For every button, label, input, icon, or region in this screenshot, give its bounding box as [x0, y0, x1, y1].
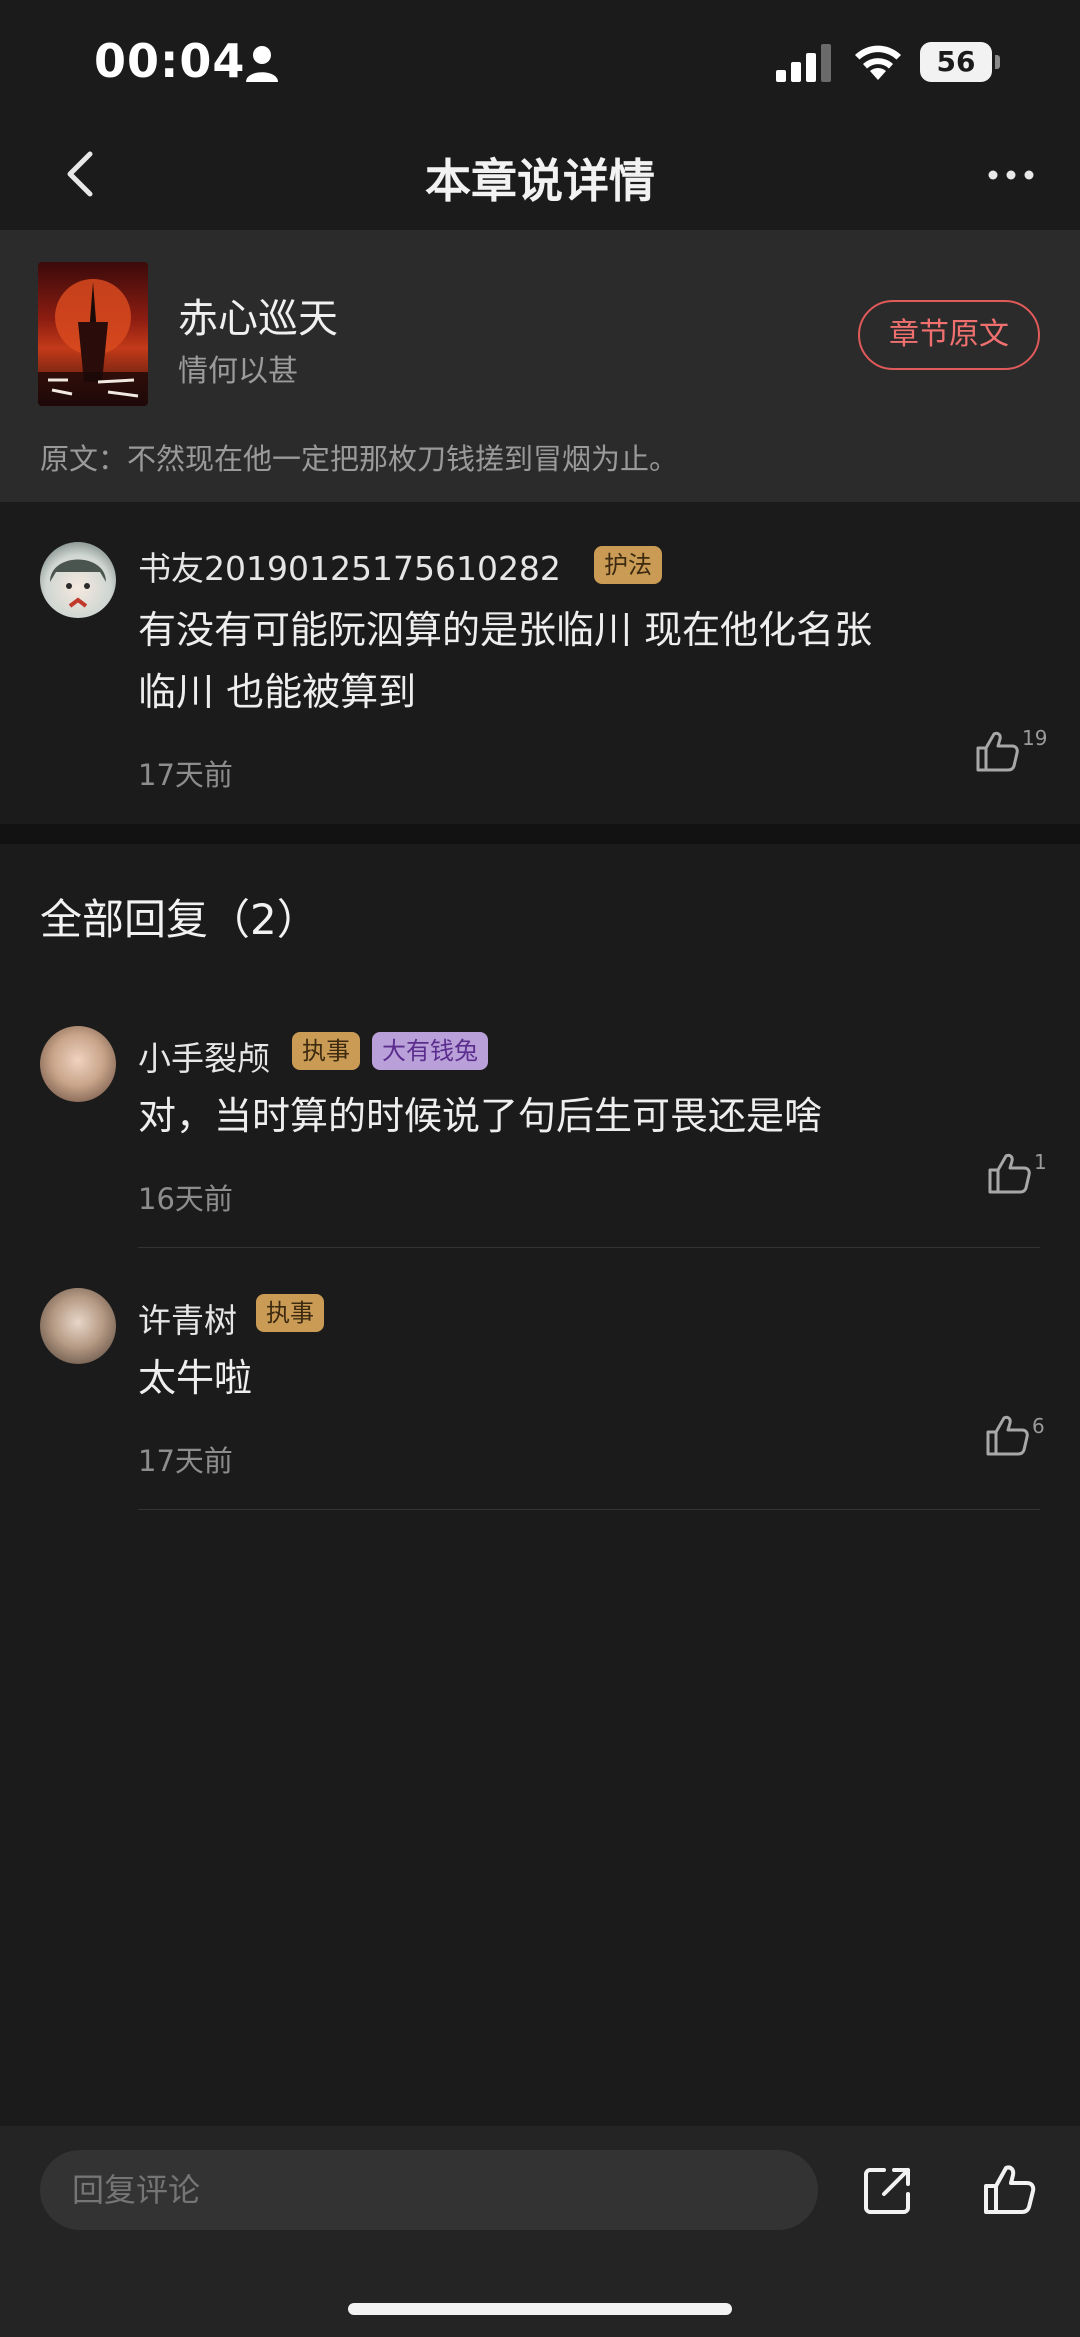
section-divider [0, 824, 1080, 844]
comment-text: 有没有可能阮泅算的是张临川 现在他化名张 [138, 608, 873, 652]
more-icon[interactable] [986, 160, 1036, 190]
reply-time: 17天前 [138, 1444, 233, 1478]
original-quote: 原文：不然现在他一定把那枚刀钱搓到冒烟为止。 [40, 442, 679, 476]
comment-time: 17天前 [138, 758, 233, 792]
reply-input[interactable] [40, 2150, 818, 2230]
status-time: 00:04 [94, 34, 246, 88]
book-cover[interactable] [38, 262, 148, 406]
battery-tip [995, 55, 1000, 69]
thumbs-up-icon[interactable] [982, 2162, 1036, 2216]
reply-separator [138, 1247, 1040, 1248]
reply-text: 太牛啦 [138, 1356, 253, 1400]
book-author: 情何以甚 [178, 354, 298, 389]
like-count: 1 [1034, 1150, 1047, 1174]
reply-text: 对，当时算的时候说了句后生可畏还是啥 [138, 1094, 823, 1138]
avatar[interactable] [40, 1288, 116, 1364]
chapter-original-button[interactable]: 章节原文 [858, 300, 1040, 370]
book-title: 赤心巡天 [178, 296, 338, 342]
home-indicator [348, 2303, 732, 2315]
avatar[interactable] [40, 1026, 116, 1102]
comment-text: 临川 也能被算到 [138, 670, 417, 714]
thumbs-up-icon[interactable] [984, 1412, 1030, 1458]
battery-indicator: 56 [920, 42, 1000, 82]
like-count: 19 [1022, 726, 1048, 750]
battery-level: 56 [920, 42, 992, 82]
like-count: 6 [1032, 1414, 1045, 1438]
role-badge: 执事 [256, 1294, 324, 1332]
replies-title: 全部回复（2） [40, 895, 319, 944]
reply-username[interactable]: 许青树 [138, 1294, 237, 1342]
page-title: 本章说详情 [425, 154, 655, 208]
back-icon[interactable] [58, 146, 104, 202]
role-badge: 护法 [594, 546, 662, 584]
share-icon[interactable] [862, 2164, 914, 2216]
avatar[interactable] [40, 542, 116, 618]
wifi-icon [855, 45, 901, 80]
reply-time: 16天前 [138, 1182, 233, 1216]
fan-badge: 大有钱兔 [372, 1032, 488, 1070]
comment-username[interactable]: 书友20190125175610282 [138, 542, 561, 590]
signal-icon [776, 44, 831, 82]
reply-username[interactable]: 小手裂颅 [138, 1032, 270, 1080]
person-icon [246, 46, 278, 82]
thumbs-up-icon[interactable] [986, 1150, 1032, 1196]
reply-separator [138, 1509, 1040, 1510]
role-badge: 执事 [292, 1032, 360, 1070]
thumbs-up-icon[interactable] [974, 728, 1020, 774]
